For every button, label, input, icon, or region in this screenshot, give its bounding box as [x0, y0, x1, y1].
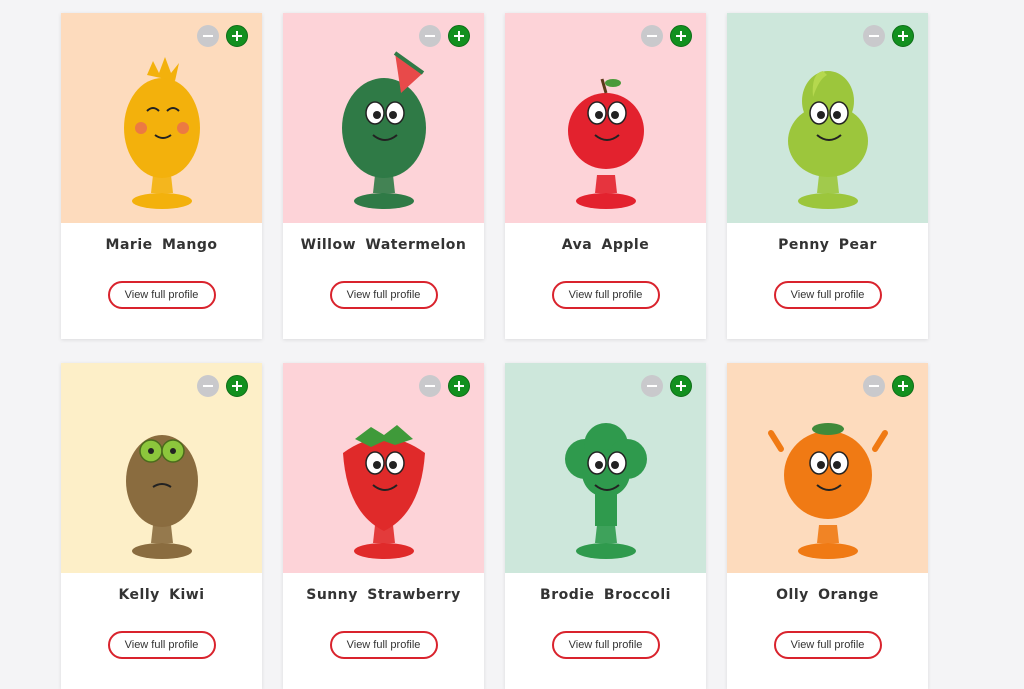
quantity-controls: [863, 25, 914, 47]
minus-circle-icon[interactable]: [641, 25, 663, 47]
character-card-penny-pear: Penny Pear View full profile: [727, 13, 928, 339]
plus-circle-icon[interactable]: [892, 375, 914, 397]
minus-circle-icon[interactable]: [641, 375, 663, 397]
view-full-profile-button[interactable]: View full profile: [107, 281, 216, 309]
plus-circle-icon[interactable]: [448, 25, 470, 47]
minus-circle-icon[interactable]: [197, 25, 219, 47]
character-image: [61, 363, 262, 573]
character-card-willow-watermelon: Willow Watermelon View full profile: [283, 13, 484, 339]
minus-circle-icon[interactable]: [863, 25, 885, 47]
plus-circle-icon[interactable]: [892, 25, 914, 47]
plus-circle-icon[interactable]: [670, 25, 692, 47]
plus-circle-icon[interactable]: [670, 375, 692, 397]
quantity-controls: [641, 375, 692, 397]
character-card-marie-mango: Marie Mango View full profile: [61, 13, 262, 339]
character-name: Marie Mango: [105, 237, 218, 253]
quantity-controls: [197, 25, 248, 47]
view-full-profile-button[interactable]: View full profile: [773, 281, 882, 309]
plus-circle-icon[interactable]: [448, 375, 470, 397]
quantity-controls: [419, 375, 470, 397]
plus-circle-icon[interactable]: [226, 375, 248, 397]
character-image: [505, 363, 706, 573]
character-card-kelly-kiwi: Kelly Kiwi View full profile: [61, 363, 262, 689]
character-card-olly-orange: Olly Orange View full profile: [727, 363, 928, 689]
view-full-profile-button[interactable]: View full profile: [551, 281, 660, 309]
quantity-controls: [641, 25, 692, 47]
minus-circle-icon[interactable]: [197, 375, 219, 397]
quantity-controls: [863, 375, 914, 397]
character-name: Willow Watermelon: [300, 237, 467, 253]
character-image: [727, 363, 928, 573]
minus-circle-icon[interactable]: [419, 25, 441, 47]
quantity-controls: [197, 375, 248, 397]
character-image: [727, 13, 928, 223]
minus-circle-icon[interactable]: [419, 375, 441, 397]
view-full-profile-button[interactable]: View full profile: [107, 631, 216, 659]
character-card-ava-apple: Ava Apple View full profile: [505, 13, 706, 339]
character-image: [505, 13, 706, 223]
character-name: Brodie Broccoli: [540, 587, 671, 603]
character-name: Kelly Kiwi: [118, 587, 205, 603]
minus-circle-icon[interactable]: [863, 375, 885, 397]
quantity-controls: [419, 25, 470, 47]
character-name: Olly Orange: [776, 587, 879, 603]
character-image: [283, 13, 484, 223]
character-card-sunny-strawberry: Sunny Strawberry View full profile: [283, 363, 484, 689]
character-image: [283, 363, 484, 573]
character-image: [61, 13, 262, 223]
character-grid: Marie Mango View full profile Willow Wate…: [61, 13, 928, 689]
view-full-profile-button[interactable]: View full profile: [329, 631, 438, 659]
character-name: Ava Apple: [561, 237, 650, 253]
plus-circle-icon[interactable]: [226, 25, 248, 47]
character-name: Penny Pear: [778, 237, 877, 253]
view-full-profile-button[interactable]: View full profile: [551, 631, 660, 659]
character-name: Sunny Strawberry: [306, 587, 461, 603]
view-full-profile-button[interactable]: View full profile: [773, 631, 882, 659]
character-card-brodie-broccoli: Brodie Broccoli View full profile: [505, 363, 706, 689]
view-full-profile-button[interactable]: View full profile: [329, 281, 438, 309]
